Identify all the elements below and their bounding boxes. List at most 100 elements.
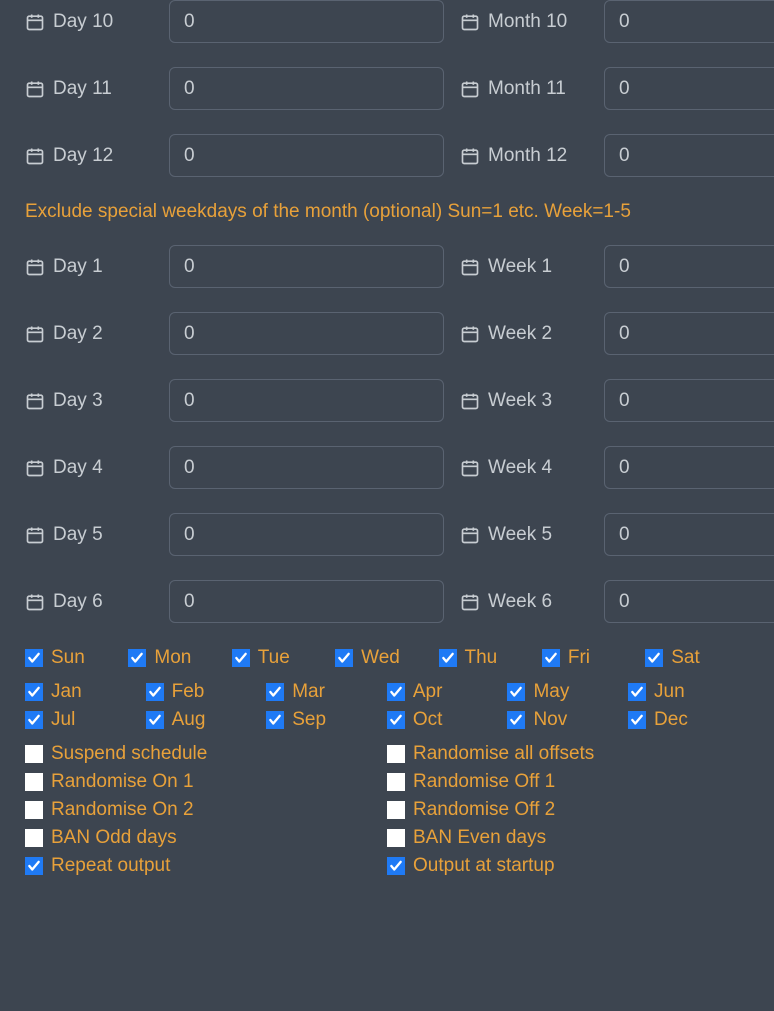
day-checkbox[interactable] (25, 649, 43, 667)
week_rows-right-input[interactable] (604, 245, 774, 288)
day-checkbox[interactable] (128, 649, 146, 667)
top_rows-right-input[interactable] (604, 0, 774, 43)
label-text: Month 12 (488, 145, 567, 167)
month-checkbox[interactable] (387, 711, 405, 729)
month-checkbox[interactable] (507, 683, 525, 701)
week_rows-right-input[interactable] (604, 580, 774, 623)
top_rows-left-input[interactable] (169, 0, 444, 43)
field-label: Week 1 (460, 256, 590, 278)
month-checkbox[interactable] (387, 683, 405, 701)
month-checkbox[interactable] (628, 683, 646, 701)
day-checkbox[interactable] (645, 649, 663, 667)
option-label: BAN Odd days (51, 827, 177, 849)
day-checkbox[interactable] (542, 649, 560, 667)
option-checkbox[interactable] (387, 801, 405, 819)
field-label: Day 2 (25, 323, 155, 345)
month-checkbox-item[interactable]: Mar (266, 681, 387, 709)
options-grid: Suspend schedule Randomise all offsets Ran… (25, 743, 749, 883)
option-checkbox[interactable] (387, 773, 405, 791)
label-text: Week 3 (488, 390, 552, 412)
top_rows-right-input[interactable] (604, 67, 774, 110)
option-checkbox-item[interactable]: BAN Even days (387, 827, 749, 855)
label-text: Week 5 (488, 524, 552, 546)
day-checkbox-item[interactable]: Mon (128, 647, 231, 675)
option-checkbox-item[interactable]: Repeat output (25, 855, 387, 883)
month-checkbox[interactable] (507, 711, 525, 729)
week_rows-row: Day 4Week 4 (25, 446, 749, 489)
option-checkbox[interactable] (25, 801, 43, 819)
option-checkbox-item[interactable]: Randomise On 2 (25, 799, 387, 827)
day-checkbox-item[interactable]: Sat (645, 647, 748, 675)
week_rows-left-input[interactable] (169, 580, 444, 623)
option-checkbox[interactable] (25, 829, 43, 847)
day-checkbox[interactable] (335, 649, 353, 667)
month-checkbox-item[interactable]: Nov (507, 709, 628, 737)
option-checkbox[interactable] (25, 745, 43, 763)
day-checkbox-item[interactable]: Wed (335, 647, 438, 675)
option-checkbox-item[interactable]: Randomise Off 2 (387, 799, 749, 827)
month-checkbox-item[interactable]: Jul (25, 709, 146, 737)
day-label: Mon (154, 647, 191, 669)
day-checkbox-item[interactable]: Thu (439, 647, 542, 675)
week_rows-right-input[interactable] (604, 312, 774, 355)
top_rows-right-input[interactable] (604, 134, 774, 177)
week_rows-right-field: Week 3 (460, 379, 774, 422)
option-checkbox-item[interactable]: Suspend schedule (25, 743, 387, 771)
week_rows-left-input[interactable] (169, 379, 444, 422)
day-checkbox[interactable] (232, 649, 250, 667)
month-checkbox[interactable] (25, 711, 43, 729)
option-checkbox[interactable] (387, 829, 405, 847)
top_rows-left-field: Day 12 (25, 134, 444, 177)
top_rows-left-input[interactable] (169, 134, 444, 177)
option-label: Suspend schedule (51, 743, 207, 765)
month-checkbox-item[interactable]: Feb (146, 681, 267, 709)
month-checkbox-item[interactable]: Jan (25, 681, 146, 709)
month-checkbox-item[interactable]: Dec (628, 709, 749, 737)
label-text: Day 6 (53, 591, 103, 613)
calendar-icon (25, 79, 45, 99)
week_rows-left-input[interactable] (169, 513, 444, 556)
month-label: Jun (654, 681, 685, 703)
option-checkbox-item[interactable]: BAN Odd days (25, 827, 387, 855)
week_rows-right-input[interactable] (604, 379, 774, 422)
week_rows-right-input[interactable] (604, 446, 774, 489)
option-checkbox-item[interactable]: Randomise On 1 (25, 771, 387, 799)
top_rows-left-input[interactable] (169, 67, 444, 110)
label-text: Week 2 (488, 323, 552, 345)
option-checkbox[interactable] (25, 773, 43, 791)
option-checkbox-item[interactable]: Randomise all offsets (387, 743, 749, 771)
option-checkbox[interactable] (387, 745, 405, 763)
day-checkbox-item[interactable]: Tue (232, 647, 335, 675)
week_rows-left-input[interactable] (169, 446, 444, 489)
field-label: Week 5 (460, 524, 590, 546)
week_rows-left-input[interactable] (169, 312, 444, 355)
month-checkbox[interactable] (266, 711, 284, 729)
option-checkbox[interactable] (25, 857, 43, 875)
month-checkbox[interactable] (25, 683, 43, 701)
week_rows-right-input[interactable] (604, 513, 774, 556)
day-checkbox-item[interactable]: Sun (25, 647, 128, 675)
week_rows-row: Day 2 Week 2 (25, 312, 749, 355)
month-checkbox[interactable] (628, 711, 646, 729)
option-label: Randomise all offsets (413, 743, 594, 765)
day-checkbox-item[interactable]: Fri (542, 647, 645, 675)
top_rows-left-field: Day 11 (25, 67, 444, 110)
month-checkbox[interactable] (266, 683, 284, 701)
option-checkbox-item[interactable]: Output at startup (387, 855, 749, 883)
month-checkbox[interactable] (146, 711, 164, 729)
option-checkbox-item[interactable]: Randomise Off 1 (387, 771, 749, 799)
month-checkbox-item[interactable]: Jun (628, 681, 749, 709)
month-checkbox-item[interactable]: Oct (387, 709, 508, 737)
day-checkbox[interactable] (439, 649, 457, 667)
month-checkbox-item[interactable]: Sep (266, 709, 387, 737)
month-label: Jul (51, 709, 75, 731)
option-checkbox[interactable] (387, 857, 405, 875)
calendar-icon (25, 12, 45, 32)
field-label: Day 10 (25, 11, 155, 33)
month-checkbox-item[interactable]: Aug (146, 709, 267, 737)
month-checkbox-item[interactable]: May (507, 681, 628, 709)
month-label: Aug (172, 709, 206, 731)
month-checkbox-item[interactable]: Apr (387, 681, 508, 709)
month-checkbox[interactable] (146, 683, 164, 701)
week_rows-left-input[interactable] (169, 245, 444, 288)
